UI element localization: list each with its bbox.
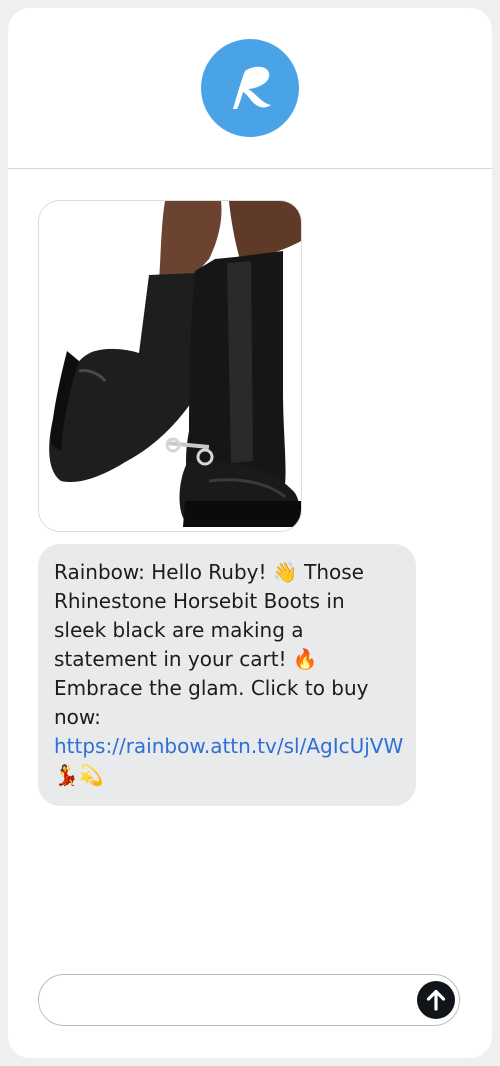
arrow-up-icon xyxy=(426,989,446,1011)
boots-image-icon xyxy=(39,201,301,531)
message-text: Rainbow: Hello Ruby! 👋 Those Rhinestone … xyxy=(54,560,369,729)
message-input[interactable] xyxy=(38,974,460,1026)
product-image[interactable] xyxy=(38,200,302,532)
message-bubble: Rainbow: Hello Ruby! 👋 Those Rhinestone … xyxy=(38,544,416,806)
message-emoji-tail: 💃💫 xyxy=(54,763,104,787)
brand-avatar xyxy=(201,39,299,137)
send-button[interactable] xyxy=(417,981,455,1019)
rainbow-logo-icon xyxy=(233,66,271,109)
chat-header xyxy=(8,8,492,169)
chat-window: Rainbow: Hello Ruby! 👋 Those Rhinestone … xyxy=(8,8,492,1058)
message-link[interactable]: https://rainbow.attn.tv/sl/AgIcUjVW xyxy=(54,734,403,758)
